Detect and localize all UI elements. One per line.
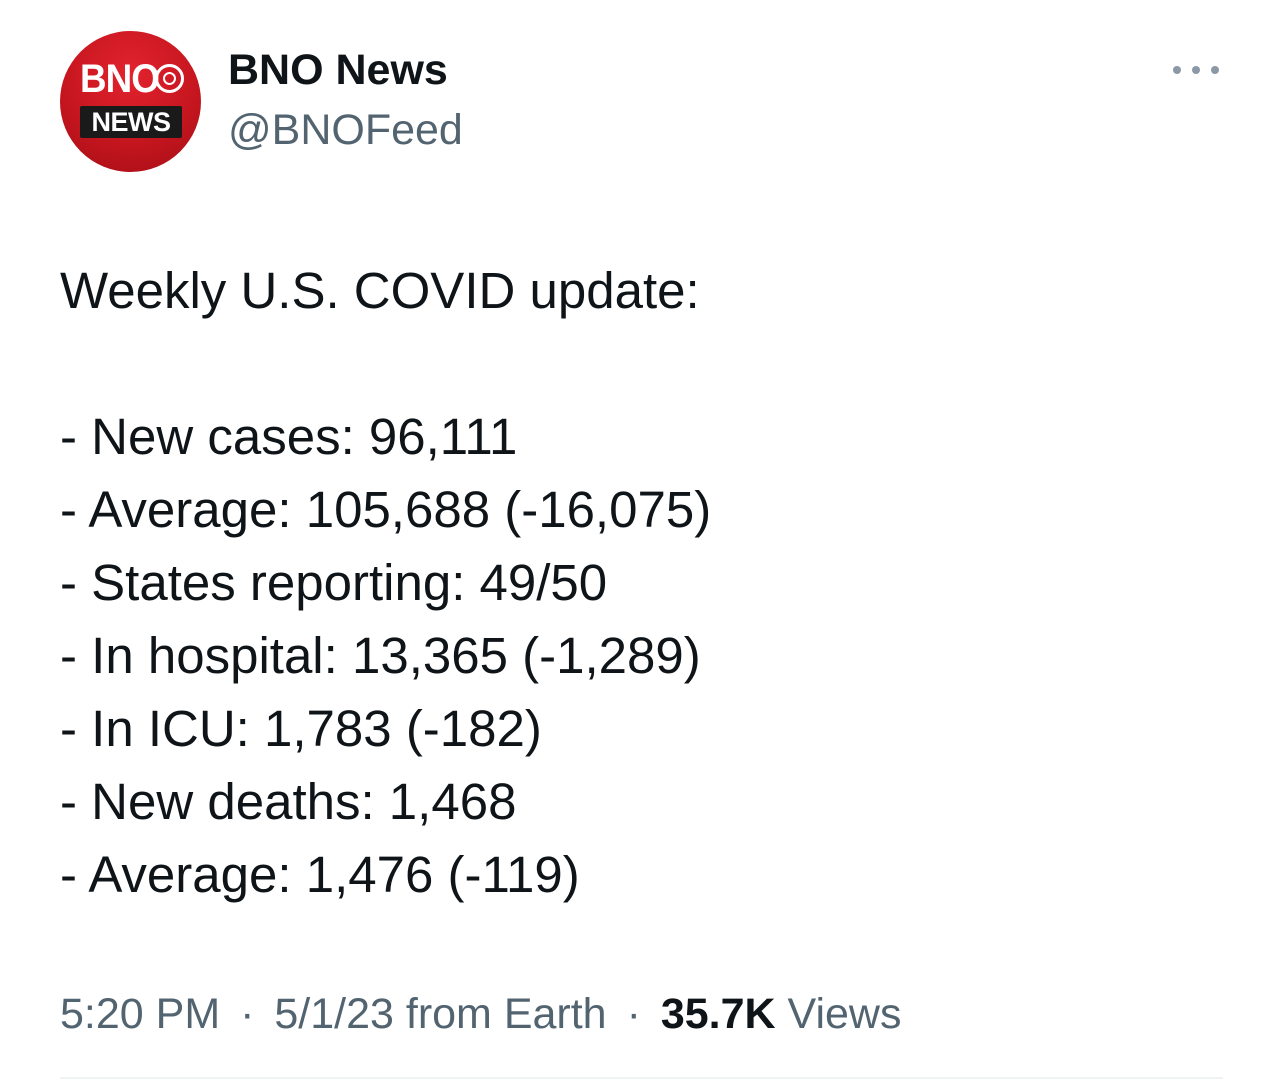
tweet-text: Weekly U.S. COVID update: - New cases: 9… [60, 254, 1240, 911]
avatar-logo-bno: BNO [80, 57, 160, 101]
tweet-line: - New cases: 96,111 [60, 408, 518, 465]
avatar-logo-news: NEWS [80, 106, 182, 138]
tweet-time[interactable]: 5:20 PM [60, 990, 220, 1038]
tweet-heading: Weekly U.S. COVID update: [60, 262, 700, 319]
more-dot [1211, 66, 1219, 74]
meta-separator: · [240, 990, 255, 1038]
tweet: BNO NEWS BNO News @BNOFeed Weekly U.S. C… [0, 0, 1283, 1090]
globe-icon [155, 64, 184, 93]
tweet-line: - In hospital: 13,365 (-1,289) [60, 627, 701, 684]
divider [60, 1077, 1223, 1079]
more-dot [1173, 66, 1181, 74]
more-dot [1192, 66, 1200, 74]
views-count[interactable]: 35.7K [661, 990, 776, 1038]
tweet-line: - Average: 1,476 (-119) [60, 846, 580, 903]
views-label[interactable]: Views [788, 990, 902, 1038]
tweet-meta: 5:20 PM · 5/1/23 from Earth · 35.7K View… [60, 986, 901, 1042]
meta-separator: · [626, 990, 641, 1038]
avatar[interactable]: BNO NEWS [60, 31, 201, 172]
more-horizontal-icon[interactable] [1173, 58, 1219, 82]
tweet-line: - Average: 105,688 (-16,075) [60, 481, 712, 538]
tweet-line: - In ICU: 1,783 (-182) [60, 700, 542, 757]
tweet-line: - New deaths: 1,468 [60, 773, 517, 830]
tweet-line: - States reporting: 49/50 [60, 554, 608, 611]
tweet-date-source[interactable]: 5/1/23 from Earth [274, 990, 606, 1038]
author-handle[interactable]: @BNOFeed [228, 104, 463, 156]
author-display-name[interactable]: BNO News [228, 44, 448, 96]
